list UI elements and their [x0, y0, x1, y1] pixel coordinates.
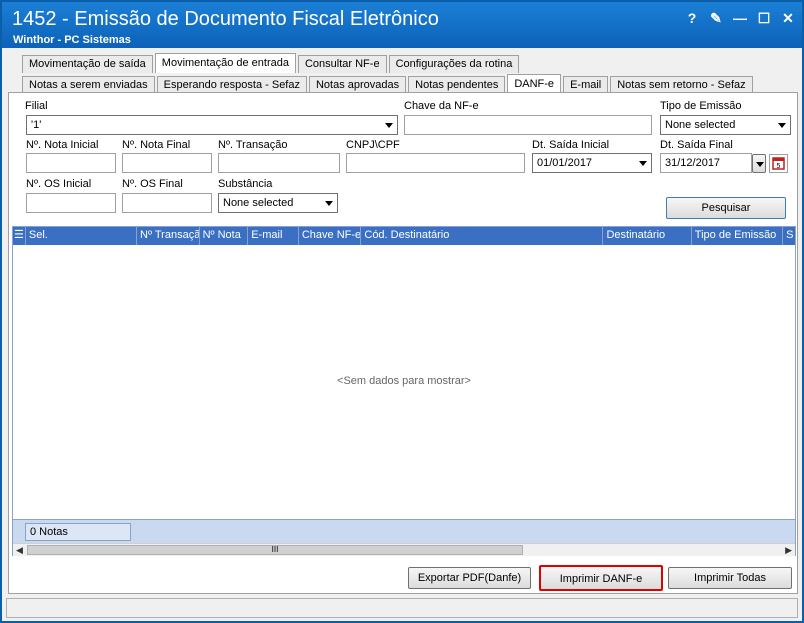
dt-saida-final-dropdown[interactable]	[752, 154, 766, 173]
filial-label: Filial	[25, 100, 48, 112]
dt-saida-final-label: Dt. Saída Final	[660, 139, 733, 151]
tab-consultar-nfe[interactable]: Consultar NF-e	[297, 55, 387, 73]
column-nota[interactable]: Nº Nota	[200, 227, 249, 245]
top-tabs: Movimentação de saída Movimentação de en…	[22, 53, 521, 73]
column-email[interactable]: E-mail	[248, 227, 299, 245]
tipo-emissao-select[interactable]: None selected	[660, 115, 791, 135]
chevron-down-icon	[325, 201, 333, 206]
close-icon[interactable]: ✕	[780, 10, 796, 26]
cnpj-input[interactable]	[346, 153, 525, 173]
tab-configuracoes[interactable]: Configurações da rotina	[388, 55, 520, 73]
pesquisar-button[interactable]: Pesquisar	[666, 197, 786, 219]
chave-nfe-input[interactable]	[404, 115, 652, 135]
dt-saida-inicial-picker[interactable]: 01/01/2017	[532, 153, 652, 173]
horizontal-scrollbar[interactable]: ◀ III ▶	[13, 543, 795, 556]
column-chave-nfe[interactable]: Chave NF-e	[299, 227, 362, 245]
substancia-select[interactable]: None selected	[218, 193, 338, 213]
tipo-emissao-value: None selected	[665, 119, 736, 131]
os-inicial-label: Nº. OS Inicial	[26, 178, 92, 190]
nota-final-label: Nº. Nota Final	[122, 139, 191, 151]
nota-final-input[interactable]	[122, 153, 212, 173]
chave-label: Chave da NF-e	[404, 100, 479, 112]
filial-select[interactable]: '1'	[26, 115, 398, 135]
empty-message: <Sem dados para mostrar>	[337, 375, 471, 387]
column-tipo-emissao[interactable]: Tipo de Emissão	[692, 227, 784, 245]
sub-tabs: Notas a serem enviadas Esperando respost…	[22, 74, 755, 94]
column-s[interactable]: S	[783, 227, 795, 245]
scroll-right-icon[interactable]: ▶	[785, 545, 792, 556]
os-inicial-input[interactable]	[26, 193, 116, 213]
transacao-input[interactable]	[218, 153, 340, 173]
dt-saida-inicial-label: Dt. Saída Inicial	[532, 139, 610, 151]
os-final-input[interactable]	[122, 193, 212, 213]
filial-value: '1'	[31, 119, 42, 131]
help-icon[interactable]: ?	[684, 10, 700, 26]
window-title: 1452 - Emissão de Documento Fiscal Eletr…	[12, 8, 439, 30]
chevron-down-icon	[385, 123, 393, 128]
tab-movimentacao-saida[interactable]: Movimentação de saída	[22, 55, 153, 73]
os-final-label: Nº. OS Final	[122, 178, 183, 190]
substancia-label: Substância	[218, 178, 273, 190]
column-sel[interactable]: Sel.	[26, 227, 138, 245]
status-bar	[6, 598, 798, 618]
column-destinatario[interactable]: Destinatário	[603, 227, 692, 245]
substancia-value: None selected	[223, 197, 294, 209]
notes-grid: ☰ Sel. Nº Transação Nº Nota E-mail Chave…	[12, 226, 796, 556]
nota-inicial-label: Nº. Nota Inicial	[26, 139, 99, 151]
column-transacao[interactable]: Nº Transação	[137, 227, 200, 245]
svg-text:5: 5	[777, 163, 781, 170]
chevron-down-icon	[756, 162, 764, 167]
scroll-left-icon[interactable]: ◀	[16, 545, 23, 556]
cnpj-label: CNPJ\CPF	[346, 139, 400, 151]
edit-icon[interactable]: ✎	[708, 10, 724, 26]
tipo-emissao-label: Tipo de Emissão	[660, 100, 742, 112]
tab-danfe[interactable]: DANF-e	[507, 74, 562, 94]
chevron-down-icon	[639, 161, 647, 166]
imprimir-danfe-button[interactable]: Imprimir DANF-e	[539, 565, 663, 591]
transacao-label: Nº. Transação	[218, 139, 288, 151]
main-window: 1452 - Emissão de Documento Fiscal Eletr…	[0, 0, 804, 623]
maximize-icon[interactable]: ☐	[756, 10, 772, 26]
dt-saida-inicial-value: 01/01/2017	[537, 157, 593, 169]
dt-saida-final-input[interactable]: 31/12/2017	[660, 153, 752, 173]
minimize-icon[interactable]: —	[732, 10, 748, 26]
title-bar: 1452 - Emissão de Documento Fiscal Eletr…	[2, 2, 802, 48]
notes-count: 0 Notas	[25, 523, 131, 541]
calendar-icon[interactable]: 5	[769, 154, 788, 173]
tab-movimentacao-entrada[interactable]: Movimentação de entrada	[154, 53, 296, 73]
window-subtitle: Winthor - PC Sistemas	[13, 34, 131, 46]
column-cod-destinatario[interactable]: Cód. Destinatário	[361, 227, 604, 245]
scrollbar-thumb[interactable]: III	[27, 545, 523, 555]
grid-header: ☰ Sel. Nº Transação Nº Nota E-mail Chave…	[13, 227, 795, 245]
exportar-pdf-button[interactable]: Exportar PDF(Danfe)	[408, 567, 531, 589]
grid-footer: 0 Notas	[13, 519, 795, 543]
column-menu-icon[interactable]: ☰	[13, 227, 26, 245]
imprimir-todas-button[interactable]: Imprimir Todas	[668, 567, 792, 589]
chevron-down-icon	[778, 123, 786, 128]
nota-inicial-input[interactable]	[26, 153, 116, 173]
danfe-panel: Filial '1' Chave da NF-e Tipo de Emissão…	[8, 92, 798, 594]
